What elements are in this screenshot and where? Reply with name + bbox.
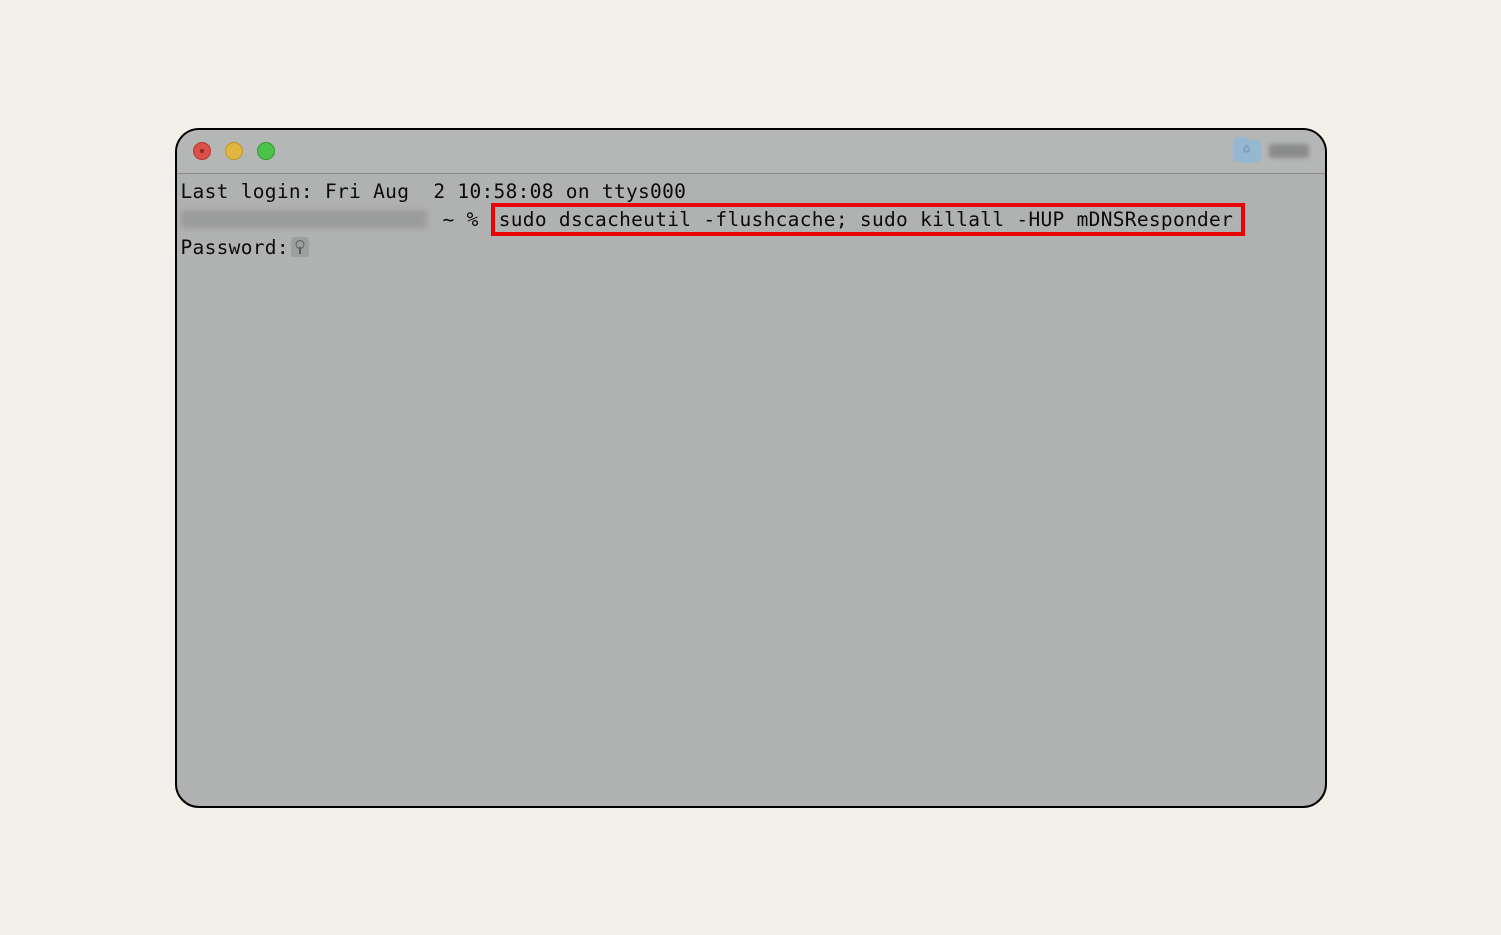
user-host-blurred (181, 210, 427, 228)
terminal-body[interactable]: Last login: Fri Aug 2 10:58:08 on ttys00… (177, 174, 1325, 265)
maximize-button[interactable] (257, 142, 275, 160)
terminal-window[interactable]: Last login: Fri Aug 2 10:58:08 on ttys00… (175, 128, 1327, 808)
last-login-line: Last login: Fri Aug 2 10:58:08 on ttys00… (181, 180, 1321, 203)
window-title-blurred (1269, 144, 1309, 158)
key-icon (291, 237, 309, 257)
password-label: Password: (181, 236, 289, 259)
folder-icon[interactable] (1233, 140, 1261, 162)
minimize-button[interactable] (225, 142, 243, 160)
password-line: Password: (181, 236, 1321, 259)
close-button[interactable] (193, 142, 211, 160)
command-line: ~ % sudo dscacheutil -flushcache; sudo k… (181, 203, 1321, 236)
highlighted-command: sudo dscacheutil -flushcache; sudo killa… (491, 203, 1245, 236)
title-bar (177, 130, 1325, 174)
prompt-symbol: ~ % (431, 208, 491, 231)
traffic-lights (193, 142, 275, 160)
title-bar-right (1233, 140, 1309, 162)
